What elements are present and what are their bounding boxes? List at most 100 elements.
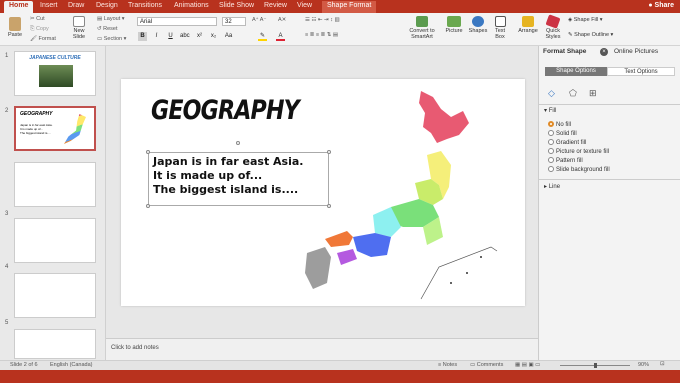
section-label: Section bbox=[103, 36, 123, 42]
slide-thumbnail-pane: 1 JAPANESE CULTURE 2 GEOGRAPHY Japan is … bbox=[0, 46, 106, 382]
slide-thumbnail-2[interactable]: GEOGRAPHY Japan is in far east Asia. It … bbox=[14, 106, 96, 151]
picture-button[interactable]: Picture bbox=[443, 16, 465, 34]
effects-icon[interactable]: ⬠ bbox=[569, 88, 577, 99]
close-icon[interactable]: × bbox=[600, 48, 608, 56]
paste-button[interactable]: Paste bbox=[6, 17, 24, 38]
clear-format-icon[interactable]: A✕ bbox=[278, 17, 286, 23]
text-box-button[interactable]: Text Box bbox=[491, 16, 509, 40]
slide-thumbnail-3[interactable] bbox=[14, 162, 96, 207]
reset-button[interactable]: ↺ Reset bbox=[97, 26, 118, 32]
italic-button[interactable]: I bbox=[152, 32, 161, 41]
rotate-handle[interactable] bbox=[236, 141, 240, 145]
align-icons[interactable]: ≡ ≣ ≡ ≣ ⇅ ▤ bbox=[305, 32, 338, 38]
slide-thumbnail-1[interactable]: JAPANESE CULTURE bbox=[14, 51, 96, 96]
tab-online-pictures[interactable]: Online Pictures bbox=[614, 48, 658, 55]
slide-thumbnail-6[interactable] bbox=[14, 329, 96, 359]
thumb-number: 2 bbox=[5, 108, 9, 114]
shape-fill-button[interactable]: ◈ Shape Fill ▾ bbox=[568, 17, 603, 23]
tab-shape-format[interactable]: Shape Format bbox=[322, 1, 377, 13]
option-label: Gradient fill bbox=[556, 140, 587, 146]
tab-slide-show[interactable]: Slide Show bbox=[219, 2, 254, 9]
highlight-icon[interactable]: ✎ bbox=[258, 32, 267, 41]
fill-line-icon[interactable]: ◇ bbox=[548, 88, 555, 99]
slide-thumbnail-4[interactable] bbox=[14, 218, 96, 263]
cut-button[interactable]: ✂ Cut bbox=[30, 16, 45, 22]
comments-toggle[interactable]: ▭ Comments bbox=[470, 362, 503, 368]
font-grow-icon[interactable]: A⁺ A⁻ bbox=[252, 17, 266, 23]
size-properties-icon[interactable]: ⊞ bbox=[589, 88, 597, 99]
new-slide-label: New Slide bbox=[72, 28, 86, 40]
strikethrough-button[interactable]: abc bbox=[180, 32, 190, 41]
underline-button[interactable]: U bbox=[166, 32, 175, 41]
pattern-fill-option[interactable]: Pattern fill bbox=[548, 157, 583, 164]
font-size-select[interactable]: 32 bbox=[222, 17, 246, 26]
thumb-picture bbox=[39, 65, 73, 87]
thumb-number: 4 bbox=[5, 264, 9, 270]
superscript-button[interactable]: x² bbox=[195, 32, 204, 41]
tab-format-shape[interactable]: Format Shape bbox=[543, 48, 586, 55]
zoom-level[interactable]: 90% bbox=[638, 362, 649, 368]
line-section-header[interactable]: ▸ Line bbox=[544, 183, 560, 190]
shape-options-tab[interactable]: Shape Options bbox=[545, 67, 607, 76]
arrange-button[interactable]: Arrange bbox=[516, 16, 540, 34]
convert-smartart-button[interactable]: Convert to SmartArt bbox=[405, 16, 439, 40]
tab-animations[interactable]: Animations bbox=[174, 2, 209, 9]
tab-transitions[interactable]: Transitions bbox=[128, 2, 162, 9]
copy-button[interactable]: ⎘ Copy bbox=[30, 26, 49, 33]
view-buttons[interactable]: ▦ ▤ ▣ ▭ bbox=[515, 362, 540, 368]
option-label: Slide background fill bbox=[556, 167, 610, 173]
notes-pane[interactable]: Click to add notes bbox=[106, 338, 538, 360]
clipboard-icon bbox=[9, 17, 21, 31]
font-family-select[interactable]: Arial bbox=[137, 17, 217, 26]
subscript-button[interactable]: x₂ bbox=[209, 32, 218, 41]
font-color-icon[interactable]: A bbox=[276, 32, 285, 41]
case-button[interactable]: Aa bbox=[224, 32, 233, 41]
solid-fill-option[interactable]: Solid fill bbox=[548, 130, 577, 137]
tab-review[interactable]: Review bbox=[264, 2, 287, 9]
tab-view[interactable]: View bbox=[297, 2, 312, 9]
notes-toggle[interactable]: ≡ Notes bbox=[438, 362, 457, 368]
no-fill-option[interactable]: No fill bbox=[548, 121, 571, 128]
bottom-bar bbox=[0, 370, 680, 383]
zoom-slider-thumb[interactable] bbox=[594, 363, 597, 368]
gradient-fill-option[interactable]: Gradient fill bbox=[548, 139, 586, 146]
resize-handle[interactable] bbox=[146, 204, 150, 208]
format-painter-button[interactable]: 🖌 Format bbox=[30, 36, 56, 42]
picture-label: Picture bbox=[445, 28, 463, 34]
fill-section-header[interactable]: ▾ Fill bbox=[544, 107, 556, 114]
picture-fill-option[interactable]: Picture or texture fill bbox=[548, 148, 609, 155]
tab-insert[interactable]: Insert bbox=[40, 2, 58, 9]
shape-outline-label: Shape Outline bbox=[574, 32, 609, 38]
resize-handle[interactable] bbox=[146, 150, 150, 154]
quick-styles-button[interactable]: Quick Styles bbox=[543, 14, 563, 40]
copy-label: Copy bbox=[35, 26, 49, 32]
shapes-icon bbox=[472, 16, 484, 27]
list-icons[interactable]: ☰ ☷ ⇤ ⇥ ↕ ▥ bbox=[305, 17, 340, 23]
slide-background-fill-option[interactable]: Slide background fill bbox=[548, 166, 610, 173]
format-label: Format bbox=[38, 36, 56, 42]
quick-styles-icon bbox=[545, 14, 561, 29]
tab-draw[interactable]: Draw bbox=[68, 2, 84, 9]
layout-button[interactable]: ▤ Layout ▾ bbox=[97, 16, 125, 22]
slide[interactable]: GEOGRAPHY Japan is in far east Asia. It … bbox=[121, 79, 525, 306]
shape-outline-button[interactable]: ✎ Shape Outline ▾ bbox=[568, 32, 613, 38]
picture-icon bbox=[447, 16, 461, 27]
japan-map[interactable] bbox=[291, 87, 521, 302]
fit-slide-icon[interactable]: ⊡ bbox=[660, 361, 665, 367]
divider bbox=[539, 179, 680, 180]
tab-home[interactable]: Home bbox=[4, 1, 34, 13]
shapes-button[interactable]: Shapes bbox=[467, 16, 489, 34]
new-slide-button[interactable]: New Slide bbox=[70, 16, 88, 40]
bold-button[interactable]: B bbox=[138, 32, 147, 41]
section-button[interactable]: ▭ Section ▾ bbox=[97, 36, 126, 42]
slide-title[interactable]: GEOGRAPHY bbox=[151, 95, 300, 126]
share-button[interactable]: ● Share bbox=[648, 2, 674, 9]
slide-thumbnail-5[interactable] bbox=[14, 273, 96, 318]
language-status[interactable]: English (Canada) bbox=[50, 362, 93, 368]
tab-design[interactable]: Design bbox=[96, 2, 118, 9]
format-shape-pane: Format Shape × Online Pictures Shape Opt… bbox=[538, 46, 680, 360]
share-label: Share bbox=[654, 2, 674, 9]
text-options-tab[interactable]: Text Options bbox=[607, 67, 675, 76]
radio-icon bbox=[548, 148, 554, 154]
tab-bar: Home Insert Draw Design Transitions Anim… bbox=[0, 0, 680, 13]
